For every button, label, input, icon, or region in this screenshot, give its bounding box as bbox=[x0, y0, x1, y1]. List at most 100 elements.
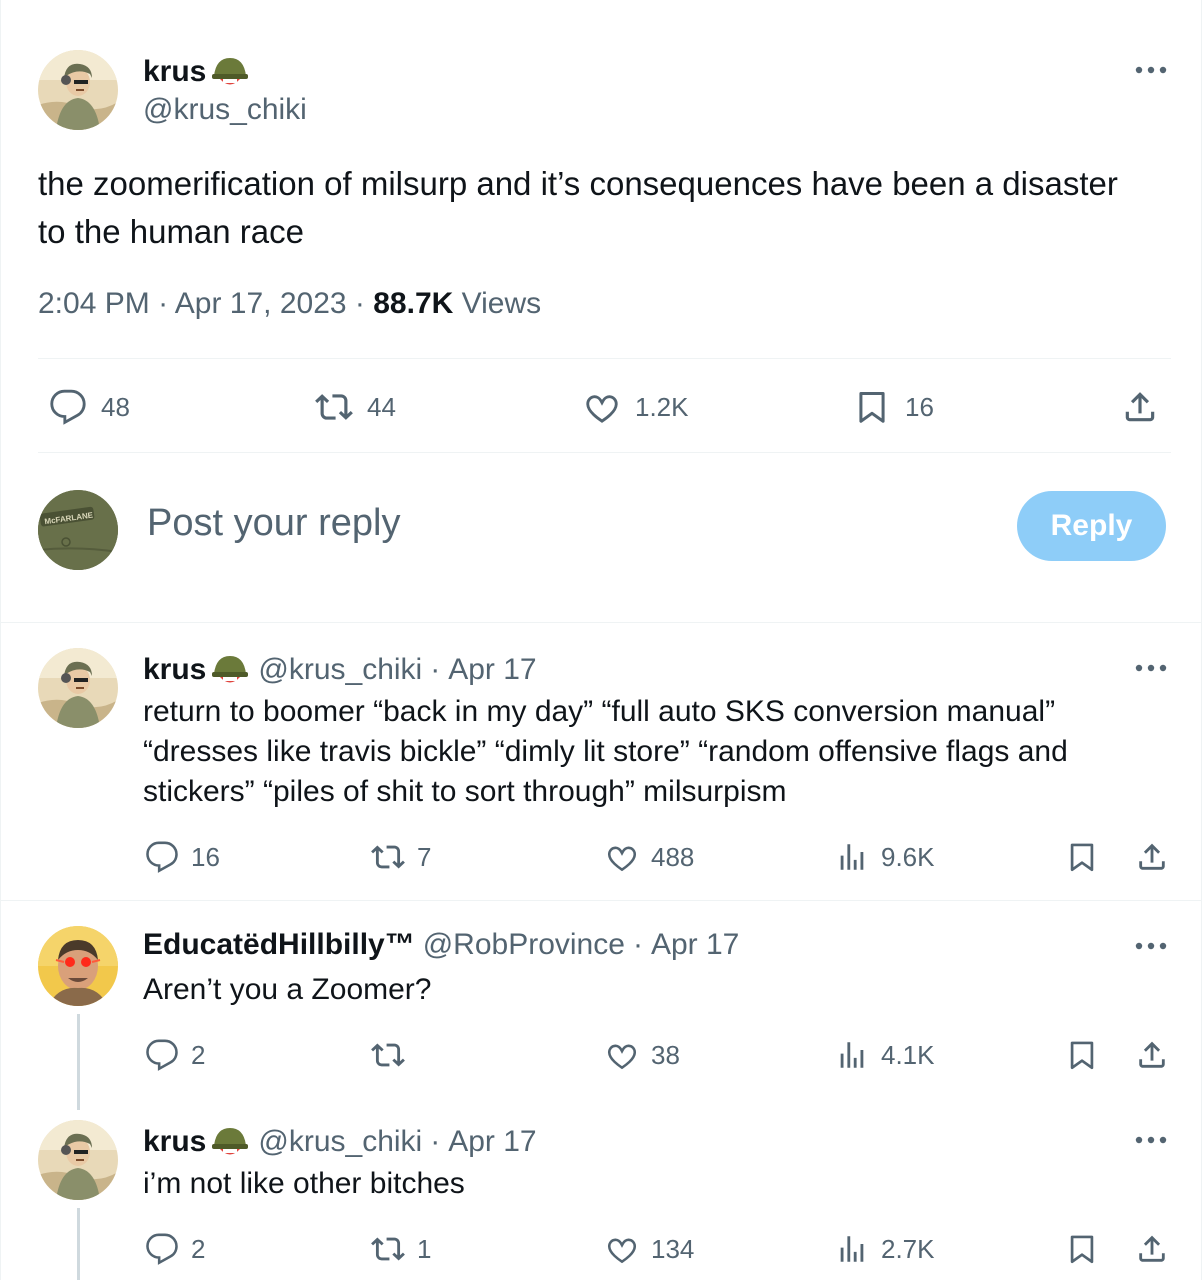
reply-avatar[interactable] bbox=[38, 1120, 118, 1200]
views-button[interactable]: 9.6K bbox=[835, 840, 935, 874]
share-icon bbox=[1139, 1041, 1165, 1068]
reply-icon bbox=[146, 1233, 178, 1265]
repost-icon bbox=[371, 1043, 405, 1067]
views-icon bbox=[840, 844, 864, 870]
reply-button[interactable]: 2 bbox=[145, 1232, 205, 1266]
share-button[interactable] bbox=[1121, 388, 1159, 426]
heart-icon bbox=[607, 1044, 637, 1070]
reply-text: i’m not like other bitches bbox=[143, 1167, 465, 1200]
views-button[interactable]: 2.7K bbox=[835, 1232, 935, 1266]
reply-submit-button[interactable]: Reply bbox=[1017, 491, 1166, 561]
reply-button[interactable]: 2 bbox=[145, 1038, 205, 1072]
repost-count: 1 bbox=[417, 1233, 432, 1264]
bookmark-icon bbox=[1070, 1041, 1094, 1070]
repost-icon bbox=[371, 845, 405, 869]
author-handle[interactable]: @krus_chiki bbox=[143, 93, 307, 127]
like-button[interactable]: 134 bbox=[605, 1232, 694, 1266]
bookmark-icon bbox=[1070, 843, 1094, 872]
reply-header: EducatëdHillbilly™ @RobProvince · Apr 17 bbox=[143, 928, 739, 962]
reply-text: return to boomer “back in my day” “full … bbox=[143, 695, 1068, 808]
like-count: 1.2K bbox=[635, 391, 689, 422]
reply-icon bbox=[50, 389, 86, 425]
views-icon bbox=[840, 1236, 864, 1262]
repost-button[interactable]: 44 bbox=[315, 388, 396, 426]
reply-author-handle[interactable]: @krus_chiki bbox=[258, 653, 422, 687]
author-display-name[interactable]: krus bbox=[143, 52, 250, 92]
reply-count: 2 bbox=[191, 1039, 206, 1070]
bookmark-button[interactable] bbox=[1065, 1232, 1099, 1266]
reply-button[interactable]: 48 bbox=[49, 388, 130, 426]
share-icon bbox=[1139, 1235, 1165, 1262]
author-avatar[interactable] bbox=[38, 50, 118, 130]
bookmark-button[interactable]: 16 bbox=[853, 388, 934, 426]
reply-date[interactable]: Apr 17 bbox=[448, 1125, 536, 1159]
like-button[interactable]: 38 bbox=[605, 1038, 680, 1072]
thread-line bbox=[77, 1014, 80, 1110]
views-button[interactable]: 4.1K bbox=[835, 1038, 935, 1072]
tweet-thread-frame: krus @krus_chiki the zoomerification of … bbox=[0, 0, 1202, 1280]
divider bbox=[1, 622, 1202, 623]
tweet-text: the zoomerification of milsurp and it’s … bbox=[38, 165, 1118, 250]
repost-button[interactable] bbox=[371, 1038, 417, 1072]
bookmark-icon bbox=[1070, 1235, 1094, 1264]
bookmark-icon bbox=[859, 392, 885, 423]
more-icon[interactable] bbox=[1134, 658, 1168, 678]
meta-separator: · bbox=[354, 287, 365, 320]
divider bbox=[38, 452, 1171, 453]
reply-author-handle[interactable]: @krus_chiki bbox=[258, 1125, 422, 1159]
bookmark-button[interactable] bbox=[1065, 840, 1099, 874]
reply-author-handle[interactable]: @RobProvince bbox=[423, 928, 625, 962]
reply-avatar[interactable] bbox=[38, 926, 118, 1006]
display-name-text[interactable]: krus bbox=[143, 55, 206, 89]
repost-button[interactable]: 1 bbox=[371, 1232, 431, 1266]
display-name-text[interactable]: krus bbox=[143, 653, 206, 687]
reply-author-name[interactable]: krus bbox=[143, 650, 250, 690]
views-count: 2.7K bbox=[881, 1233, 935, 1264]
repost-count: 44 bbox=[367, 391, 396, 422]
divider bbox=[38, 358, 1171, 359]
share-button[interactable] bbox=[1135, 840, 1169, 874]
heart-icon bbox=[607, 846, 637, 872]
like-button[interactable]: 1.2K bbox=[583, 388, 689, 426]
views-label: Views bbox=[461, 287, 542, 320]
reply-input[interactable]: Post your reply bbox=[147, 502, 400, 545]
reply-date[interactable]: Apr 17 bbox=[651, 928, 739, 962]
reply-date[interactable]: Apr 17 bbox=[448, 653, 536, 687]
views-count: 88.7K bbox=[373, 287, 454, 320]
repost-icon bbox=[315, 394, 353, 420]
reply-author-name[interactable]: EducatëdHillbilly™ bbox=[143, 928, 415, 962]
meta-separator: · bbox=[632, 928, 643, 961]
bookmark-count: 16 bbox=[905, 391, 934, 422]
reply-author-name[interactable]: krus bbox=[143, 1122, 250, 1162]
tweet-meta: 2:04 PM · Apr 17, 2023 · 88.7K Views bbox=[38, 287, 541, 321]
helmet-emoji-icon bbox=[212, 58, 249, 85]
meta-separator: · bbox=[430, 653, 441, 686]
tweet-time[interactable]: 2:04 PM bbox=[38, 287, 150, 320]
repost-count: 7 bbox=[417, 841, 432, 872]
share-button[interactable] bbox=[1135, 1038, 1169, 1072]
tweet-date[interactable]: Apr 17, 2023 bbox=[175, 287, 347, 320]
more-icon[interactable] bbox=[1134, 1130, 1168, 1150]
views-count: 9.6K bbox=[881, 841, 935, 872]
share-button[interactable] bbox=[1135, 1232, 1169, 1266]
bookmark-button[interactable] bbox=[1065, 1038, 1099, 1072]
like-count: 134 bbox=[651, 1233, 695, 1264]
reply-avatar[interactable] bbox=[38, 648, 118, 728]
meta-separator: · bbox=[158, 287, 169, 320]
repost-icon bbox=[371, 1237, 405, 1261]
reply-button[interactable]: 16 bbox=[145, 840, 220, 874]
reply-count: 2 bbox=[191, 1233, 206, 1264]
like-count: 488 bbox=[651, 841, 695, 872]
more-icon[interactable] bbox=[1134, 936, 1168, 956]
display-name-text[interactable]: krus bbox=[143, 1125, 206, 1159]
repost-button[interactable]: 7 bbox=[371, 840, 431, 874]
share-icon bbox=[1139, 843, 1165, 870]
more-icon[interactable] bbox=[1134, 60, 1168, 80]
reply-icon bbox=[146, 1039, 178, 1071]
reply-header: krus @krus_chiki · Apr 17 bbox=[143, 650, 537, 690]
current-user-avatar[interactable]: McFARLANE bbox=[38, 490, 118, 570]
reply-header: krus @krus_chiki · Apr 17 bbox=[143, 1122, 537, 1162]
like-button[interactable]: 488 bbox=[605, 840, 694, 874]
like-count: 38 bbox=[651, 1039, 680, 1070]
divider bbox=[1, 900, 1202, 901]
